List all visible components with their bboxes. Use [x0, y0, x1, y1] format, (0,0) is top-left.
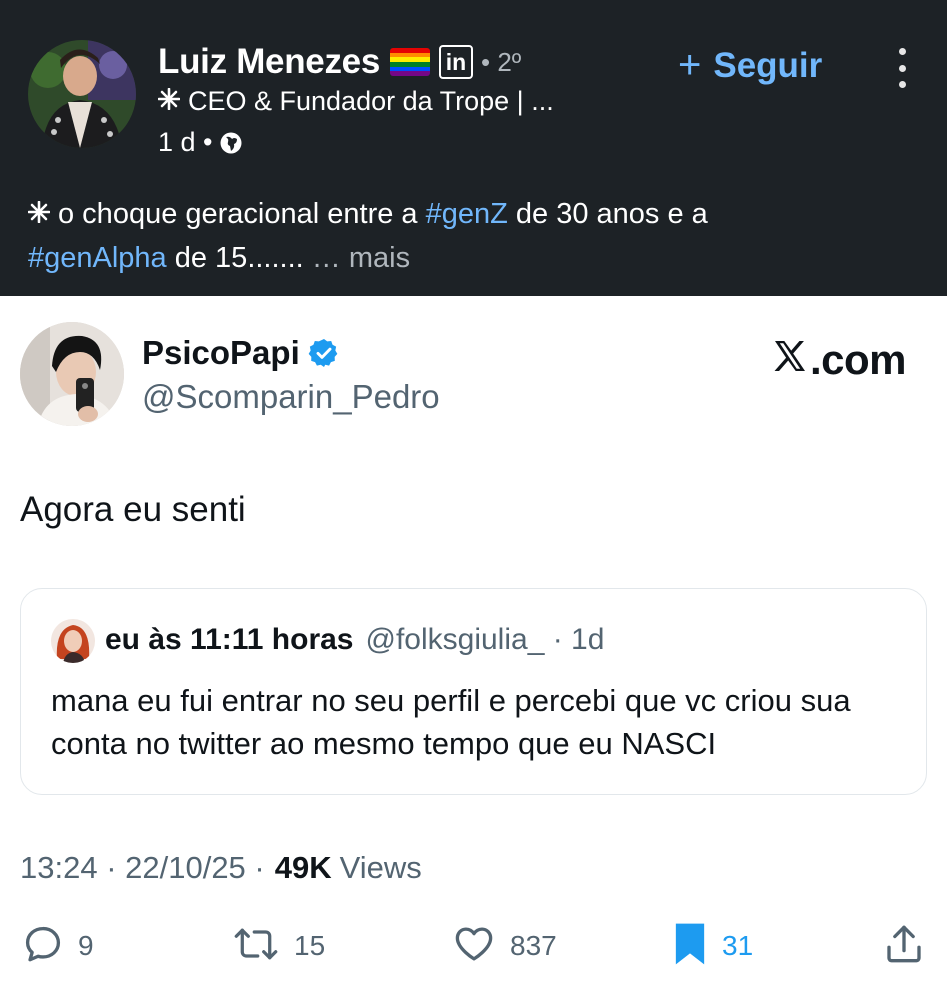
more-vertical-icon[interactable]	[890, 48, 914, 88]
like-icon	[452, 923, 496, 970]
plus-icon: +	[678, 43, 702, 87]
share-button[interactable]	[884, 918, 924, 974]
tweet-text: Agora eu senti	[20, 490, 246, 529]
share-icon	[884, 922, 924, 971]
rainbow-flag-icon	[390, 48, 431, 76]
globe-icon	[219, 131, 243, 155]
bookmark-count: 31	[722, 930, 754, 961]
see-more-link[interactable]: … mais	[312, 242, 410, 274]
follow-label: Seguir	[713, 45, 823, 85]
linkedin-icon: in	[439, 45, 474, 79]
verified-icon	[308, 337, 340, 369]
quoted-handle[interactable]: @folksgiulia_ · 1d	[366, 623, 605, 657]
quoted-header: eu às 11:11 horas @folksgiulia_ · 1d	[105, 623, 604, 657]
post-text: o choque geracional entre a #genZ de 30 …	[27, 192, 918, 280]
tweet-display-name[interactable]: PsicoPapi	[142, 334, 300, 372]
views-count: 49K	[274, 850, 332, 885]
tweet-author-name-row: PsicoPapi	[142, 334, 340, 372]
x-source-text: .com	[810, 336, 907, 383]
author-name-row: Luiz Menezes in • 2º	[158, 40, 521, 84]
hashtag-genalpha[interactable]: #genAlpha	[28, 242, 167, 274]
retweet-count: 15	[294, 930, 326, 961]
sparkle-icon	[27, 192, 51, 236]
author-avatar[interactable]	[28, 40, 136, 148]
bookmark-button[interactable]: 31	[672, 918, 753, 974]
bookmark-icon	[672, 921, 708, 972]
tweet-actions: 9 15 837 31	[0, 918, 947, 974]
post-text-part: de 30 anos e a	[507, 198, 708, 230]
tweet-meta: 13:24 · 22/10/25 · 49K Views	[20, 850, 422, 886]
tweet-handle[interactable]: @Scomparin_Pedro	[142, 378, 440, 416]
like-count: 837	[510, 930, 557, 961]
retweet-button[interactable]: 15	[232, 918, 325, 974]
retweet-icon	[232, 923, 280, 970]
quoted-display-name[interactable]: eu às 11:11 horas	[105, 623, 354, 657]
sparkle-icon	[157, 86, 181, 117]
reply-icon	[22, 923, 64, 970]
tweet-timestamp[interactable]: 13:24 · 22/10/25 ·	[20, 850, 265, 886]
x-logo-icon	[772, 336, 810, 384]
quoted-tweet[interactable]: eu às 11:11 horas @folksgiulia_ · 1d man…	[20, 588, 927, 795]
tweet-author-avatar[interactable]	[20, 322, 124, 426]
quoted-author-avatar[interactable]	[51, 619, 95, 663]
like-button[interactable]: 837	[452, 918, 557, 974]
reply-count: 9	[78, 930, 94, 961]
connection-degree: • 2º	[481, 46, 522, 77]
author-headline: CEO & Fundador da Trope | ...	[157, 86, 554, 117]
quoted-text: mana eu fui entrar no seu perfil e perce…	[51, 683, 851, 761]
reply-button[interactable]: 9	[22, 918, 94, 974]
headline-text: CEO & Fundador da Trope | ...	[188, 86, 554, 116]
follow-button[interactable]: + Seguir	[678, 43, 822, 88]
post-text-part: de 15.......	[166, 242, 312, 274]
linkedin-post-header: Luiz Menezes in • 2º CEO & Fundador da T…	[0, 0, 947, 296]
views-label: Views	[339, 850, 422, 885]
hashtag-genz[interactable]: #genZ	[426, 198, 508, 230]
post-time: 1 d •	[158, 127, 243, 158]
post-time-text: 1 d •	[158, 127, 213, 157]
post-text-part: o choque geracional entre a	[58, 198, 426, 230]
x-source-label: .com	[772, 336, 907, 384]
author-name[interactable]: Luiz Menezes	[158, 42, 380, 82]
